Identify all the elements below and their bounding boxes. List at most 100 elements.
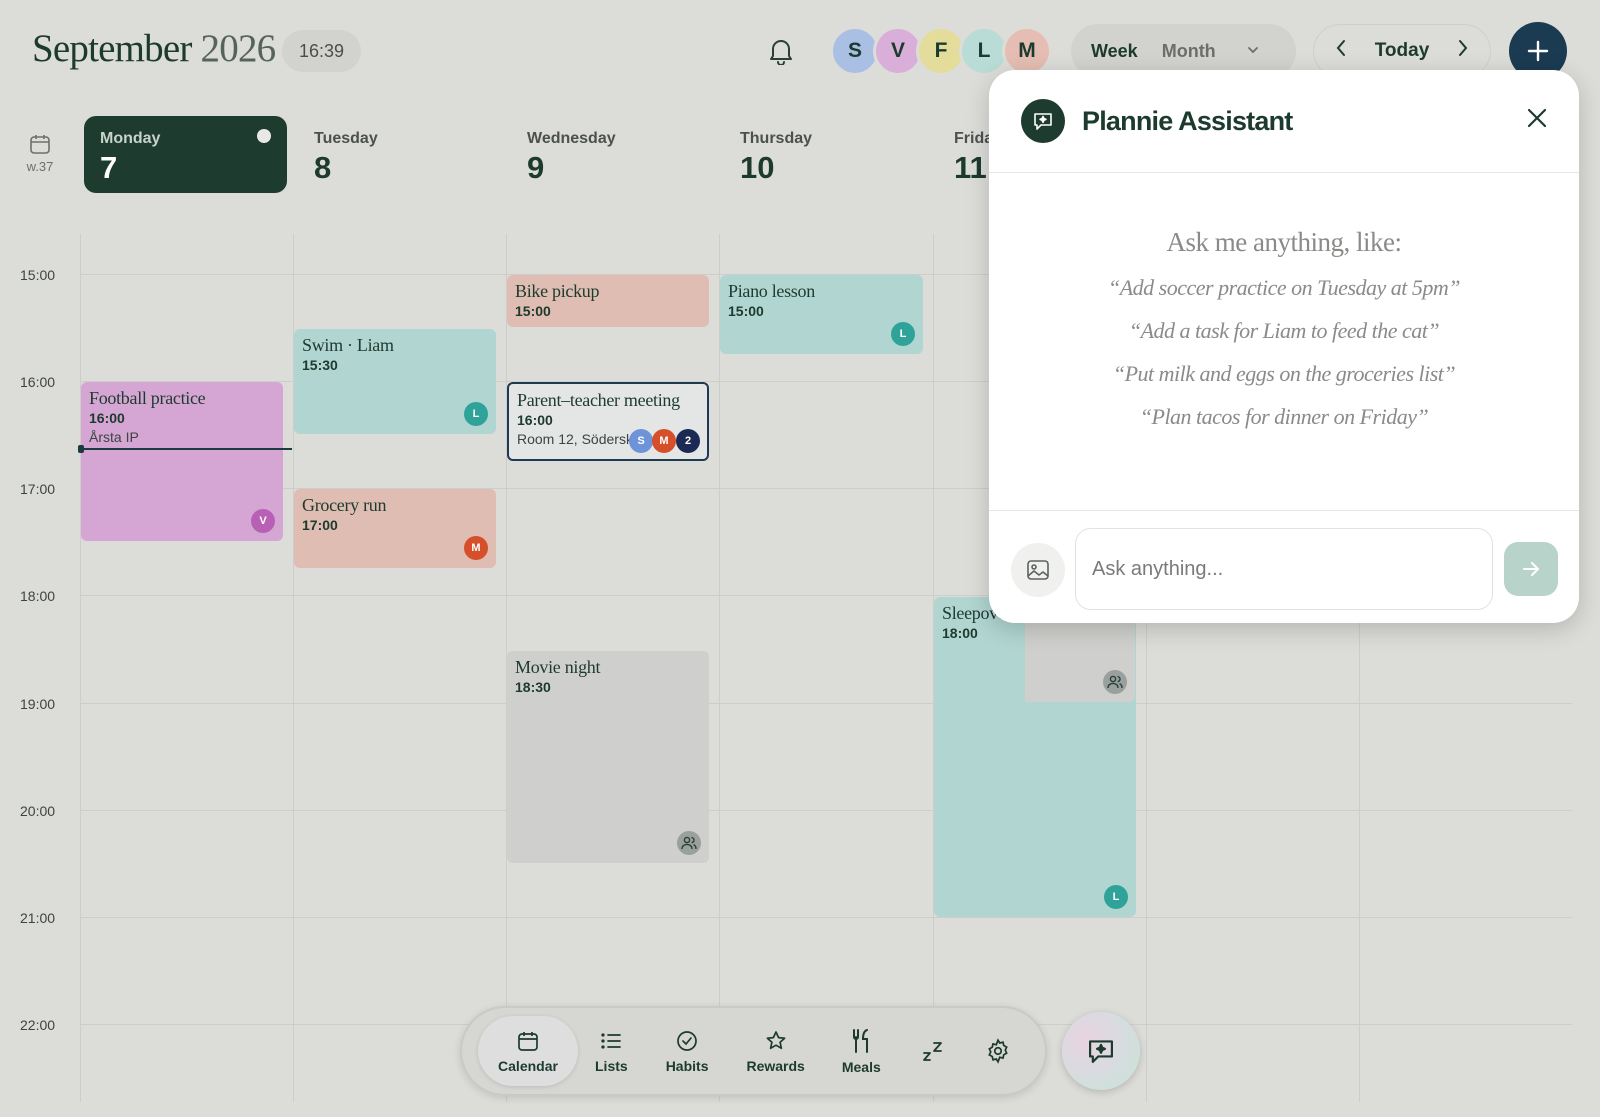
event-time: 15:00 — [728, 303, 764, 319]
event-title: Bike pickup — [515, 281, 600, 301]
send-button[interactable] — [1504, 542, 1558, 596]
calendar-icon — [30, 135, 50, 154]
event-member-badge: L — [1104, 885, 1128, 909]
today-button[interactable]: Today — [1375, 40, 1430, 62]
event-time: 15:30 — [302, 357, 338, 373]
assistant-header: Plannie Assistant — [989, 70, 1579, 173]
event-member-badge: S — [629, 429, 653, 453]
nav-label: Meals — [841, 1058, 881, 1075]
month-label: September — [32, 27, 192, 70]
suggestion-example[interactable]: “Put milk and eggs on the groceries list… — [1113, 361, 1456, 387]
day-name: Wednesday — [527, 130, 616, 147]
event-parent-teacher-meeting[interactable]: Parent–teacher meeting 16:00 Room 12, Sö… — [507, 382, 709, 461]
week-label: w.37 — [26, 159, 54, 174]
hour-label: 22:00 — [20, 1017, 56, 1033]
plus-icon — [1527, 40, 1549, 62]
day-name: Tuesday — [314, 130, 378, 147]
day-header-wednesday[interactable]: Wednesday 9 — [511, 116, 711, 193]
avatar[interactable]: M — [1002, 26, 1052, 76]
event-movie-night[interactable]: Movie night 18:30 — [507, 651, 709, 863]
event-member-badge: M — [464, 536, 488, 560]
year-label: 2026 — [200, 27, 277, 70]
hour-label: 15:00 — [20, 267, 56, 283]
arrow-right-icon — [1523, 562, 1539, 576]
nav-rewards[interactable]: Rewards — [746, 1016, 805, 1086]
nav-lists[interactable]: Lists — [595, 1016, 628, 1086]
nav-label: Habits — [665, 1057, 709, 1074]
hour-label: 19:00 — [20, 696, 56, 712]
suggestion-example[interactable]: “Add a task for Liam to feed the cat” — [1129, 318, 1440, 344]
nav-settings[interactable] — [985, 1016, 1011, 1086]
gear-icon — [987, 1038, 1008, 1064]
event-title: Swim · Liam — [302, 335, 394, 355]
event-grocery-run[interactable]: Grocery run 17:00 M — [294, 489, 496, 568]
suggestion-example[interactable]: “Add soccer practice on Tuesday at 5pm” — [1108, 275, 1461, 301]
assistant-chat-icon — [1089, 1040, 1113, 1063]
nav-label: Calendar — [498, 1057, 558, 1074]
hour-label: 21:00 — [20, 910, 56, 926]
event-time: 15:00 — [515, 303, 551, 319]
event-extra-count-badge: 2 — [676, 429, 700, 453]
event-location: Årsta IP — [89, 429, 139, 445]
hour-label: 20:00 — [20, 803, 56, 819]
assistant-input[interactable] — [1075, 528, 1493, 610]
notifications-bell-icon[interactable] — [766, 36, 796, 66]
month-view-button[interactable]: Month — [1150, 41, 1228, 62]
week-view-button[interactable]: Week — [1079, 41, 1150, 62]
today-indicator — [257, 129, 271, 143]
nav-sleep[interactable] — [921, 1016, 945, 1086]
close-icon[interactable] — [1525, 106, 1549, 135]
chevron-down-icon[interactable] — [1246, 41, 1260, 62]
week-number: w.37 — [22, 132, 58, 174]
event-member-badge: L — [464, 402, 488, 426]
event-piano-lesson[interactable]: Piano lesson 15:00 L — [720, 275, 923, 354]
current-time-dot — [78, 445, 84, 453]
star-icon — [766, 1030, 786, 1049]
page-title: September 2026 — [32, 26, 277, 71]
assistant-panel: Plannie Assistant Ask me anything, like:… — [989, 70, 1579, 623]
attach-image-icon[interactable] — [1011, 543, 1065, 597]
hour-label: 17:00 — [20, 481, 56, 497]
day-number: 10 — [740, 150, 775, 185]
group-icon — [1103, 670, 1127, 694]
event-time: 16:00 — [517, 412, 553, 428]
hour-label: 18:00 — [20, 588, 56, 604]
day-name: Thursday — [740, 130, 813, 147]
day-header-thursday[interactable]: Thursday 10 — [724, 116, 924, 193]
assistant-composer — [989, 510, 1579, 623]
event-member-badge: V — [251, 509, 275, 533]
bottom-navigation: Calendar Lists Habits Rewards Meals — [460, 1006, 1047, 1096]
event-time: 16:00 — [89, 410, 125, 426]
event-football-practice[interactable]: Football practice 16:00 Årsta IP V — [81, 382, 283, 541]
day-header-monday[interactable]: Monday 7 — [84, 116, 287, 193]
assistant-fab-button[interactable] — [1062, 1012, 1140, 1090]
event-title: Grocery run — [302, 495, 387, 515]
check-circle-icon — [677, 1030, 697, 1051]
day-number: 8 — [314, 150, 332, 185]
nav-calendar[interactable]: Calendar — [478, 1016, 578, 1086]
day-number: 7 — [100, 150, 118, 185]
event-title: Parent–teacher meeting — [517, 390, 680, 410]
day-number: 9 — [527, 150, 545, 185]
suggestion-example[interactable]: “Plan tacos for dinner on Friday” — [1140, 404, 1429, 430]
event-title: Football practice — [89, 388, 206, 408]
family-avatars: S V F L M — [830, 26, 1052, 76]
day-header-tuesday[interactable]: Tuesday 8 — [298, 116, 498, 193]
event-title: Piano lesson — [728, 281, 815, 301]
event-time: 17:00 — [302, 517, 338, 533]
nav-label: Rewards — [746, 1057, 805, 1074]
event-member-badge: L — [891, 322, 915, 346]
list-icon — [601, 1032, 622, 1049]
nav-meals[interactable]: Meals — [842, 1016, 881, 1086]
assistant-logo-icon — [1021, 99, 1065, 143]
nav-habits[interactable]: Habits — [665, 1016, 709, 1086]
calendar-icon — [518, 1031, 538, 1051]
event-bike-pickup[interactable]: Bike pickup 15:00 — [507, 275, 709, 327]
chevron-right-icon[interactable] — [1456, 39, 1470, 63]
assistant-title: Plannie Assistant — [1082, 105, 1293, 136]
chevron-left-icon[interactable] — [1334, 39, 1348, 63]
current-time-indicator — [80, 448, 292, 450]
event-swim-liam[interactable]: Swim · Liam 15:30 L — [294, 329, 496, 434]
utensils-icon — [853, 1028, 869, 1053]
day-name: Monday — [100, 130, 161, 147]
